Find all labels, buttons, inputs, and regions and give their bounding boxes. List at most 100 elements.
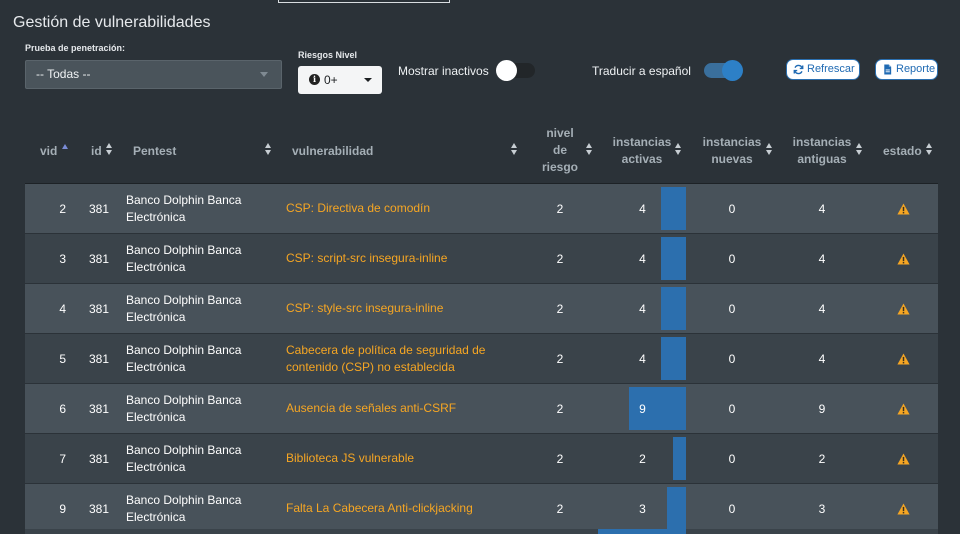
column-header-pentest[interactable]: Pentest <box>133 118 273 183</box>
column-header-risk-level[interactable]: nivel de riesgo <box>535 118 592 183</box>
sort-icon <box>586 143 593 155</box>
cell-new-instances: 0 <box>728 451 736 466</box>
cell-id: 381 <box>88 451 109 466</box>
cell-vid: 5 <box>59 351 66 366</box>
column-header-vulnerability[interactable]: vulnerabilidad <box>292 118 520 183</box>
pentest-filter-label: Prueba de penetración: <box>25 43 126 53</box>
cell-active-instances: 4 <box>639 351 646 366</box>
cell-new-instances: 0 <box>728 501 736 516</box>
show-inactive-toggle[interactable] <box>496 60 535 81</box>
pentest-select[interactable]: -- Todas -- <box>25 60 282 89</box>
cell-id: 381 <box>88 401 109 416</box>
cell-pentest: Banco Dolphin Banca Electrónica <box>126 242 242 274</box>
risk-level-value: 0+ <box>324 73 338 87</box>
cell-vid: 9 <box>59 501 66 516</box>
cell-active-instances: 2 <box>639 451 646 466</box>
translate-toggle[interactable] <box>704 60 743 81</box>
sort-icon <box>511 143 518 155</box>
table-row[interactable]: 3 381 Banco Dolphin Banca Electrónica CSP: s… <box>25 234 938 284</box>
cell-status <box>893 384 913 433</box>
cell-status <box>893 234 913 283</box>
cell-risk-level: 2 <box>556 501 564 516</box>
toggle-knob <box>496 60 517 81</box>
warning-icon <box>896 303 910 314</box>
cell-old-instances: 9 <box>818 401 826 416</box>
column-header-vid[interactable]: vid <box>40 118 85 183</box>
warning-icon <box>896 403 910 414</box>
cell-id: 381 <box>88 201 109 216</box>
cell-active-instances: 3 <box>639 501 646 516</box>
pdf-file-icon <box>884 64 892 75</box>
cell-status <box>893 284 913 333</box>
cell-risk-level: 2 <box>556 401 564 416</box>
cell-vid: 6 <box>59 401 66 416</box>
cell-id: 381 <box>88 351 109 366</box>
cell-new-instances: 0 <box>728 301 736 316</box>
chevron-down-icon <box>260 72 268 77</box>
cell-risk-level: 2 <box>556 201 564 216</box>
sort-asc-icon <box>62 144 69 156</box>
cell-old-instances: 2 <box>818 451 826 466</box>
risk-level-label: Riesgos Nivel <box>298 50 358 60</box>
cell-vid: 3 <box>59 251 66 266</box>
translate-label: Traducir a español <box>592 64 691 78</box>
cell-new-instances: 0 <box>728 251 736 266</box>
cell-id: 381 <box>88 501 109 516</box>
cell-status <box>893 184 913 233</box>
info-icon: i <box>309 74 320 85</box>
table-row[interactable]: 6 381 Banco Dolphin Banca Electrónica Ausenc… <box>25 384 938 434</box>
cell-risk-level: 2 <box>556 351 564 366</box>
table-row[interactable]: 7 381 Banco Dolphin Banca Electrónica Biblio… <box>25 434 938 484</box>
column-header-id[interactable]: id <box>91 118 121 183</box>
column-header-new-instances[interactable]: instancias nuevas <box>699 118 772 183</box>
warning-icon <box>896 503 910 514</box>
cell-vulnerability[interactable]: CSP: Directiva de comodín <box>286 184 526 233</box>
report-label: Reporte <box>896 63 936 75</box>
column-header-active-instances[interactable]: instancias activas <box>610 118 681 183</box>
table-header: vid id Pentest vulnerabilidad nivel de rie… <box>25 118 938 184</box>
sort-icon <box>675 143 682 155</box>
column-header-old-instances[interactable]: instancias antiguas <box>789 118 862 183</box>
cell-vulnerability[interactable]: Falta La Cabecera Anti-clickjacking <box>286 484 526 533</box>
table-row[interactable]: 9 381 Banco Dolphin Banca Electrónica Falta … <box>25 484 938 534</box>
active-instances-bar-partial <box>598 529 686 534</box>
cell-new-instances: 0 <box>728 201 736 216</box>
report-button[interactable]: Reporte <box>875 59 938 80</box>
cell-pentest: Banco Dolphin Banca Electrónica <box>126 342 242 374</box>
cell-active-instances: 4 <box>639 201 646 216</box>
table-row[interactable]: 2 381 Banco Dolphin Banca Electrónica CSP: D… <box>25 184 938 234</box>
cell-active-instances: 4 <box>639 301 646 316</box>
cell-vulnerability[interactable]: Ausencia de señales anti-CSRF <box>286 384 526 433</box>
cell-vulnerability[interactable]: Biblioteca JS vulnerable <box>286 434 526 483</box>
column-header-status[interactable]: estado <box>883 118 933 183</box>
cell-pentest: Banco Dolphin Banca Electrónica <box>126 292 242 324</box>
table-body: 2 381 Banco Dolphin Banca Electrónica CSP: D… <box>25 184 938 534</box>
top-tab-indicator <box>278 0 450 3</box>
active-instances-bar <box>673 437 686 480</box>
cell-id: 381 <box>88 301 109 316</box>
sort-icon <box>856 143 863 155</box>
cell-risk-level: 2 <box>556 451 564 466</box>
cell-pentest: Banco Dolphin Banca Electrónica <box>126 392 242 424</box>
refresh-icon <box>793 64 804 75</box>
warning-icon <box>896 453 910 464</box>
cell-vulnerability[interactable]: CSP: script-src insegura-inline <box>286 234 526 283</box>
vulnerabilities-table: vid id Pentest vulnerabilidad nivel de rie… <box>25 118 938 534</box>
table-row[interactable]: 4 381 Banco Dolphin Banca Electrónica CSP: s… <box>25 284 938 334</box>
cell-old-instances: 4 <box>818 351 826 366</box>
cell-vulnerability[interactable]: Cabecera de política de seguridad de cont… <box>286 334 526 383</box>
cell-vulnerability[interactable]: CSP: style-src insegura-inline <box>286 284 526 333</box>
cell-pentest: Banco Dolphin Banca Electrónica <box>126 492 242 524</box>
table-row[interactable]: 5 381 Banco Dolphin Banca Electrónica Cabece… <box>25 334 938 384</box>
cell-old-instances: 4 <box>818 251 826 266</box>
cell-vid: 2 <box>59 201 66 216</box>
page-title: Gestión de vulnerabilidades <box>13 14 211 31</box>
cell-id: 381 <box>88 251 109 266</box>
cell-risk-level: 2 <box>556 301 564 316</box>
sort-icon <box>265 143 272 155</box>
cell-vid: 7 <box>59 451 66 466</box>
refresh-button[interactable]: Refrescar <box>786 59 860 80</box>
caret-down-icon <box>364 78 372 82</box>
pentest-select-value: -- Todas -- <box>36 67 91 81</box>
risk-level-dropdown[interactable]: i 0+ <box>298 66 382 94</box>
